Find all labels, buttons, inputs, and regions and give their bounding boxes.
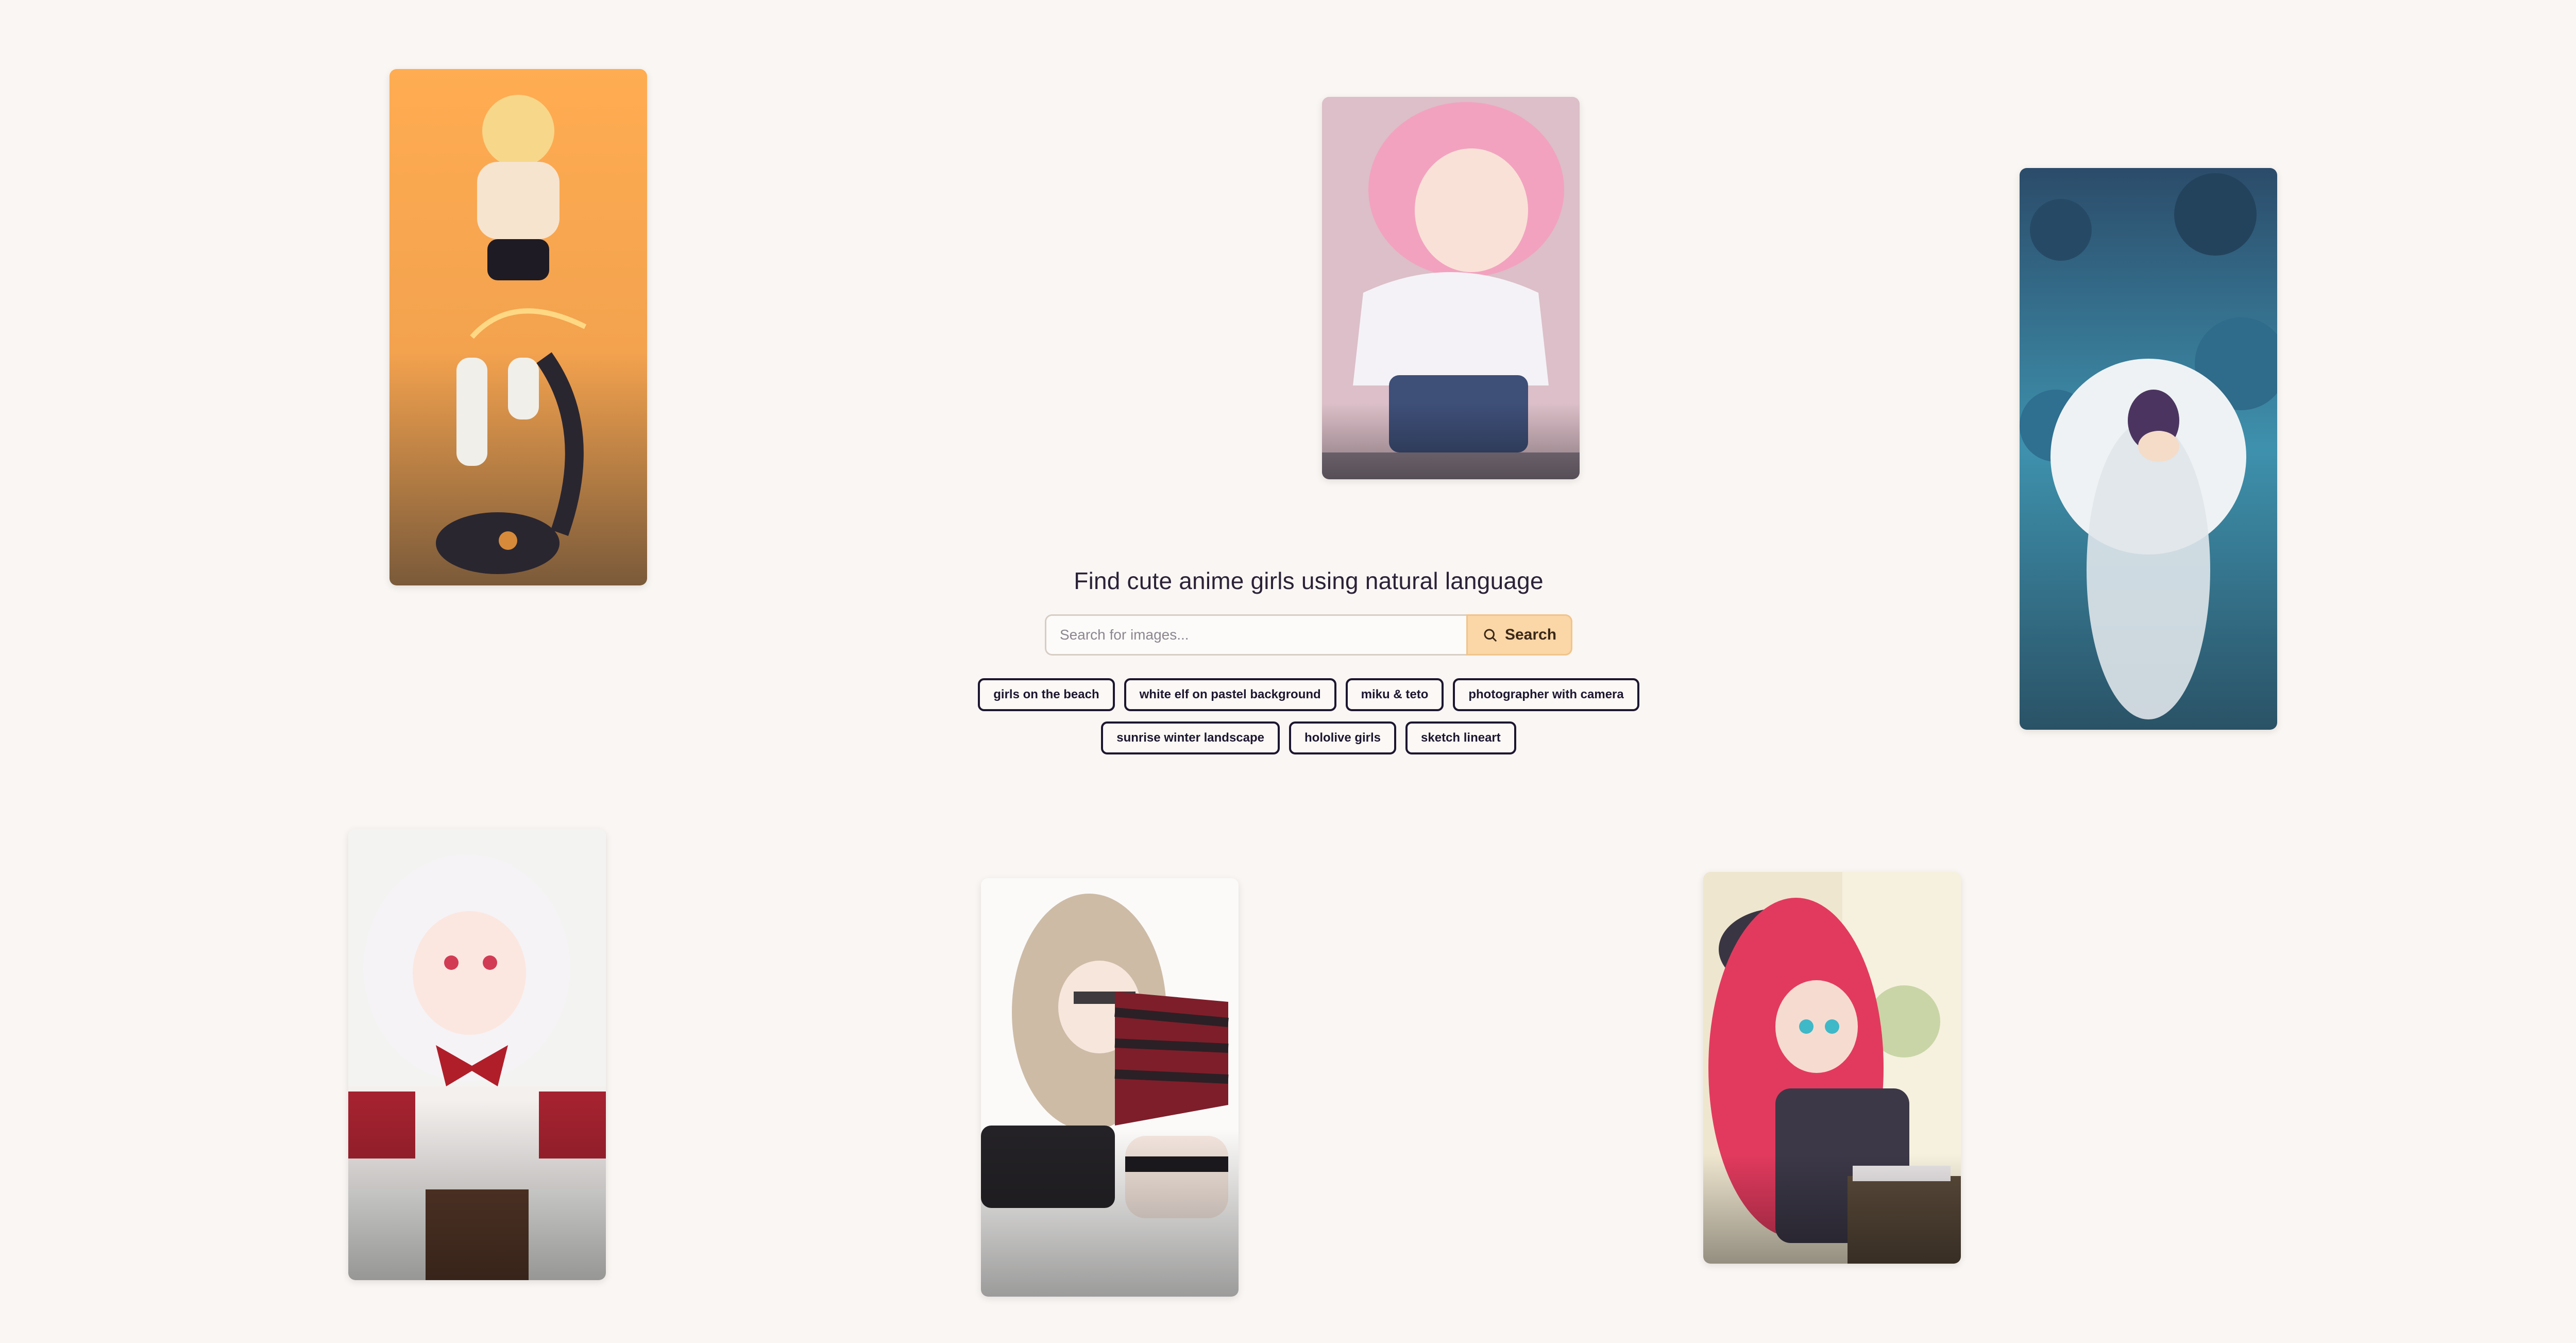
gallery-image-3[interactable] <box>2020 168 2277 730</box>
gallery-image-2[interactable] <box>1322 97 1580 479</box>
gallery-image-1[interactable] <box>389 69 647 585</box>
search-icon <box>1482 627 1498 643</box>
page-title: Find cute anime girls using natural lang… <box>1074 567 1544 594</box>
gallery-image-2-shade <box>1322 402 1580 479</box>
search-button-label: Search <box>1504 626 1557 643</box>
gallery-image-6[interactable] <box>1703 872 1961 1264</box>
search-hero: Find cute anime girls using natural lang… <box>948 567 1669 754</box>
suggestion-chip-photographer[interactable]: photographer with camera <box>1453 678 1639 711</box>
gallery-image-5[interactable] <box>981 878 1239 1297</box>
gallery-image-1-art <box>389 69 647 585</box>
suggestion-chip-sunrise-winter[interactable]: sunrise winter landscape <box>1101 721 1280 754</box>
gallery-image-4-shade <box>348 1099 606 1280</box>
search-input[interactable] <box>1045 614 1466 656</box>
gallery-image-3-art <box>2020 168 2277 730</box>
suggestion-row-2: sunrise winter landscape hololive girls … <box>1101 721 1516 754</box>
gallery-image-5-shade <box>981 1129 1239 1297</box>
page: Find cute anime girls using natural lang… <box>0 0 2576 1343</box>
suggestion-chip-miku-teto[interactable]: miku & teto <box>1345 678 1444 711</box>
suggestion-chip-sketch-lineart[interactable]: sketch lineart <box>1405 721 1516 754</box>
search-bar: Search <box>1045 614 1572 656</box>
suggestion-chips: girls on the beach white elf on pastel b… <box>948 678 1669 754</box>
search-button[interactable]: Search <box>1466 614 1572 656</box>
suggestion-chip-girls-on-the-beach[interactable]: girls on the beach <box>978 678 1115 711</box>
suggestion-chip-white-elf[interactable]: white elf on pastel background <box>1124 678 1336 711</box>
gallery-image-6-shade <box>1703 1154 1961 1264</box>
gallery-image-4[interactable] <box>348 829 606 1280</box>
suggestion-chip-hololive[interactable]: hololive girls <box>1289 721 1397 754</box>
suggestion-row-1: girls on the beach white elf on pastel b… <box>978 678 1639 711</box>
